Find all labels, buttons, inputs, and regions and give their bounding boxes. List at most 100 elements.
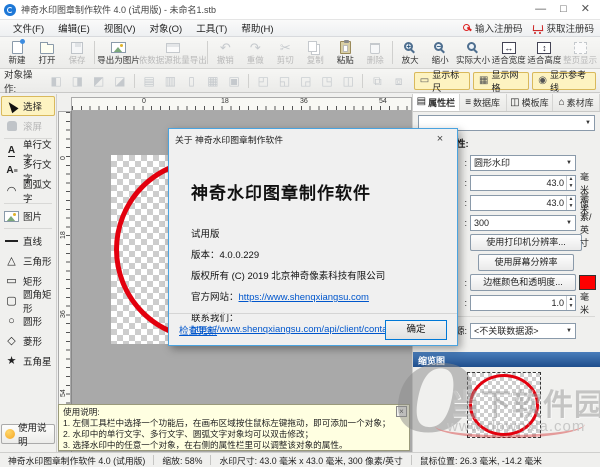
menu-tools[interactable]: 工具(T) (189, 20, 234, 36)
spin-down-icon[interactable]: ▼ (567, 183, 575, 190)
tab-database[interactable]: ≡ 数据库 (460, 94, 507, 111)
spin-up-icon[interactable]: ▲ (567, 196, 575, 203)
enter-registration-code-link[interactable]: 输入注册码 (462, 21, 522, 35)
title-bar: 神奇水印图章制作软件 4.0 (试用版) - 未命名1.stb — □ ✕ (0, 0, 600, 20)
tab-properties[interactable]: ▤ 属性栏 (413, 94, 460, 111)
rounded-rectangle-icon: ▢ (6, 294, 17, 307)
tool-sidebar: 选择 滚屏 A 单行文字 A≡ 多行文字 ◠ 圆弧文字 图片 直线 △ 三角形 ▭ 矩形 … (0, 94, 57, 452)
about-dialog-footer: 检查更新 确定 (169, 313, 457, 345)
border-color-swatch[interactable] (579, 275, 596, 290)
minimize-button[interactable]: — (535, 4, 546, 15)
h-ruler-label: 18 (221, 98, 229, 105)
show-guides-toggle[interactable]: ◉ 显示参考线 (532, 70, 597, 93)
tool-triangle[interactable]: △ 三角形 (1, 251, 55, 271)
circle-icon: ○ (8, 314, 15, 327)
about-trial-line: 试用版 (191, 229, 220, 240)
whole-page-button: 整页显示 (562, 38, 598, 67)
dpi-combo[interactable]: 300 ▼ (470, 214, 576, 231)
maximize-button[interactable]: □ (560, 4, 567, 15)
ok-button[interactable]: 确定 (385, 319, 447, 340)
height-spinner[interactable]: 43.0 ▲ ▼ (470, 194, 576, 211)
app-logo-icon (4, 3, 16, 16)
instructions-close-button[interactable]: × (396, 406, 407, 417)
tab-templates[interactable]: ◫ 模板库 (507, 94, 554, 111)
main-toolbar: 新建 打开 保存 导出为图片 依数据源批量导出 ↶ 撤销 ↷ 重做 ✂ 剪切 复制 粘… (0, 37, 600, 69)
about-dialog-close-button[interactable]: × (429, 133, 451, 145)
watermark-type-combo[interactable]: 圆形水印 ▼ (470, 154, 576, 171)
thumbnail-header: 缩览图 (413, 352, 600, 367)
trash-icon (370, 43, 381, 55)
horizontal-ruler: 0 18 36 54 (71, 97, 412, 111)
official-site-link[interactable]: https://www.shenqxiangsu.com (239, 292, 369, 303)
tool-select[interactable]: 选择 (1, 96, 55, 116)
tool-diamond[interactable]: ◇ 菱形 (1, 331, 55, 351)
instruction-line: 3. 选择水印中的任意一个对象，在右侧的属性栏里可以调整该对象的属性。 (63, 440, 348, 450)
new-button[interactable]: 新建 (2, 38, 32, 67)
check-update-link[interactable]: 检查更新 (179, 323, 217, 337)
zoom-out-button[interactable]: − 缩小 (425, 38, 455, 67)
menu-file[interactable]: 文件(F) (6, 20, 51, 36)
status-mouse-position: 鼠标位置: 26.3 毫米, -14.2 毫米 (419, 455, 542, 466)
usage-help-button[interactable]: 使用说明 (1, 423, 55, 448)
tab-materials[interactable]: ⌂ 素材库 (553, 94, 600, 111)
open-folder-icon (40, 42, 54, 55)
triangle-icon: △ (7, 254, 16, 267)
show-ruler-toggle[interactable]: ▭ 显示标尺 (413, 70, 471, 93)
spin-down-icon[interactable]: ▼ (567, 203, 575, 210)
object-operations-label: 对象操作: (4, 69, 33, 95)
panel-tabs: ▤ 属性栏 ≡ 数据库 ◫ 模板库 ⌂ 素材库 (413, 94, 600, 112)
menu-object[interactable]: 对象(O) (142, 20, 189, 36)
h-ruler-label: 54 (379, 98, 387, 105)
actual-size-icon (467, 41, 477, 51)
open-button[interactable]: 打开 (32, 38, 62, 67)
zoom-out-icon: − (434, 41, 444, 51)
tool-star[interactable]: ★ 五角星 (1, 351, 55, 371)
border-color-opacity-button[interactable]: 边框颜色和透明度... (470, 274, 576, 291)
delete-button: 删除 (360, 38, 390, 67)
distribute-vertical-icon: ◳ (321, 73, 333, 88)
tool-image[interactable]: 图片 (1, 206, 55, 226)
align-top-icon: ◰ (257, 73, 269, 88)
redo-button: ↷ 重做 (246, 40, 264, 66)
width-spinner[interactable]: 43.0 ▲ ▼ (470, 174, 576, 191)
copy-button: 复制 (300, 38, 330, 67)
align-edge-icon: ▣ (228, 73, 240, 88)
get-registration-code-link[interactable]: 获取注册码 (532, 21, 594, 35)
spin-up-icon[interactable]: ▲ (567, 176, 575, 183)
materials-icon: ⌂ (558, 96, 565, 108)
use-printer-resolution-button[interactable]: 使用打印机分辨率... (470, 234, 582, 251)
v-ruler-label: 0 (60, 156, 67, 160)
diamond-icon: ◇ (7, 334, 16, 347)
menu-view[interactable]: 视图(V) (97, 20, 143, 36)
use-screen-resolution-button[interactable]: 使用屏幕分辨率 (478, 254, 574, 271)
fit-width-button[interactable]: ↔ 适合宽度 (491, 38, 527, 67)
menu-help[interactable]: 帮助(H) (234, 20, 280, 36)
fit-height-button[interactable]: ↕ 适合高度 (527, 38, 563, 67)
menu-edit[interactable]: 编辑(E) (51, 20, 97, 36)
zoom-in-button[interactable]: + 放大 (395, 38, 425, 67)
fit-width-icon: ↔ (501, 41, 516, 54)
actual-size-button[interactable]: 实际大小 (455, 38, 491, 67)
border-width-spinner[interactable]: 1.0 ▲ ▼ (470, 294, 576, 311)
export-image-button[interactable]: 导出为图片 (97, 38, 140, 67)
tool-rounded-rectangle[interactable]: ▢ 圆角矩形 (1, 290, 55, 315)
same-size-icon: ◫ (342, 73, 354, 88)
usage-instructions-panel: 使用说明: 1. 左侧工具栏中选择一个功能后，在画布区域按住鼠标左键拖动，即可添… (58, 404, 410, 451)
about-dialog: 关于 神奇水印图章制作软件 × 神奇水印图章制作软件 试用版 版本：4.0.0.… (168, 128, 458, 346)
redo-icon: ↷ (249, 40, 261, 56)
tool-line[interactable]: 直线 (1, 231, 55, 251)
spin-up-icon[interactable]: ▲ (567, 296, 575, 303)
tool-arc-text[interactable]: ◠ 圆弧文字 (1, 180, 55, 205)
rectangle-icon: ▭ (6, 274, 17, 287)
tool-circle[interactable]: ○ 圆形 (1, 311, 55, 331)
paste-button[interactable]: 粘贴 (330, 38, 360, 67)
show-grid-toggle[interactable]: ▦ 显示网格 (473, 70, 530, 93)
about-dialog-body: 神奇水印图章制作软件 试用版 版本：4.0.0.229 版权所有 (C) 201… (169, 149, 457, 335)
vertical-ruler: 0 18 36 54 (58, 111, 71, 452)
group-icon: ⧉ (373, 73, 382, 88)
datasource-combo[interactable]: <不关联数据源> ▼ (470, 322, 576, 339)
close-button[interactable]: ✕ (581, 4, 590, 15)
spin-down-icon[interactable]: ▼ (567, 303, 575, 310)
official-site-label: 官方网站： (191, 292, 239, 303)
menu-bar: 文件(F) 编辑(E) 视图(V) 对象(O) 工具(T) 帮助(H) 输入注册… (0, 20, 600, 37)
